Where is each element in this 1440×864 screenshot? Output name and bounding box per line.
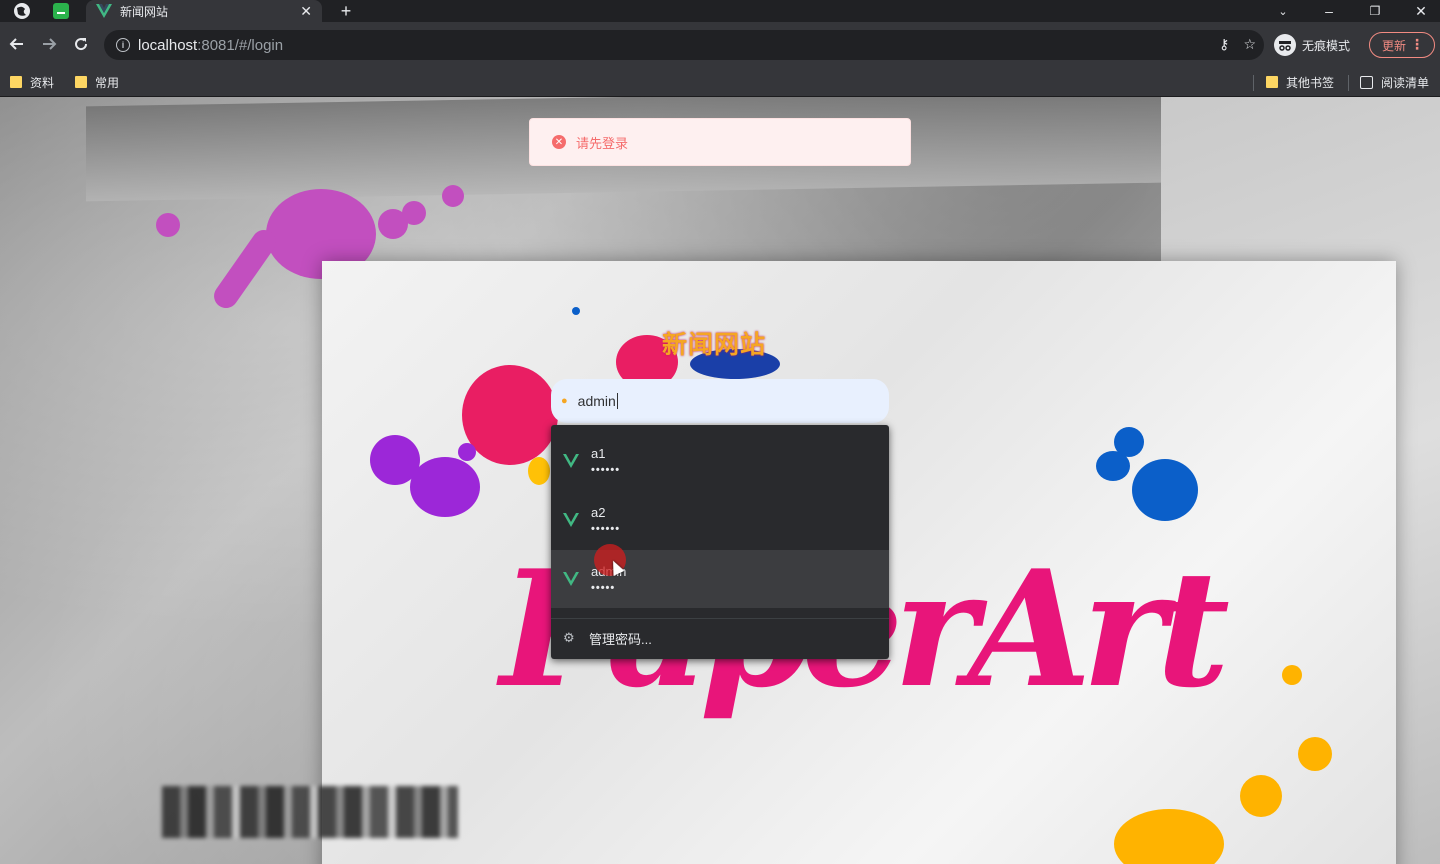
autofill-password: •••••• bbox=[591, 464, 621, 476]
back-button[interactable] bbox=[6, 33, 28, 55]
restore-button[interactable]: ❐ bbox=[1364, 0, 1386, 22]
url-host: localhost bbox=[138, 36, 198, 54]
paint-splash bbox=[1282, 665, 1302, 685]
incognito-label: 无痕模式 bbox=[1302, 38, 1351, 53]
incognito-indicator[interactable]: 无痕模式 bbox=[1274, 34, 1350, 56]
address-bar[interactable]: i localhost:8081/#/login ⚷ ☆ bbox=[104, 30, 1264, 60]
error-toast: ✕ 请先登录 bbox=[529, 118, 911, 166]
paint-splash bbox=[1114, 427, 1144, 457]
bookmark-label: 资料 bbox=[30, 75, 55, 90]
autofill-password: ••••• bbox=[591, 582, 616, 594]
divider bbox=[1348, 75, 1349, 91]
manage-passwords-label: 管理密码... bbox=[589, 631, 652, 647]
close-icon[interactable]: ✕ bbox=[300, 3, 312, 20]
username-value: admin bbox=[577, 393, 616, 409]
paint-splash bbox=[458, 443, 476, 461]
star-icon[interactable]: ☆ bbox=[1243, 36, 1256, 53]
paint-splash bbox=[462, 365, 558, 465]
user-icon: ● bbox=[561, 395, 568, 407]
arrow-right-icon bbox=[43, 38, 57, 50]
vue-icon bbox=[563, 513, 579, 527]
autofill-item-a2[interactable]: a2 •••••• bbox=[551, 491, 889, 549]
paint-splash bbox=[1132, 459, 1198, 521]
reading-list-icon bbox=[1360, 75, 1373, 89]
password-autofill-dropdown: a1 •••••• a2 •••••• admin ••••• ⚙ 管理密码..… bbox=[551, 425, 889, 659]
autofill-password: •••••• bbox=[591, 523, 621, 535]
incognito-icon bbox=[1274, 34, 1296, 56]
update-label: 更新 bbox=[1382, 38, 1407, 53]
site-title: 新闻网站 bbox=[662, 331, 767, 359]
update-button[interactable]: 更新 ⋮ bbox=[1369, 32, 1435, 58]
arrow-left-icon bbox=[9, 38, 23, 50]
info-icon[interactable]: i bbox=[116, 38, 130, 52]
error-icon: ✕ bbox=[552, 135, 566, 149]
tab-strip: 新闻网站 ✕ + ⌄ – ❐ ✕ bbox=[0, 0, 1440, 22]
browser-toolbar: i localhost:8081/#/login ⚷ ☆ 无痕模式 更新 ⋮ bbox=[0, 22, 1440, 68]
other-bookmarks[interactable]: 其他书签 bbox=[1266, 73, 1334, 91]
url-path: :8081/#/login bbox=[197, 36, 284, 54]
toast-message: 请先登录 bbox=[576, 135, 629, 151]
folder-icon bbox=[10, 76, 22, 88]
more-icon[interactable]: ⋮ bbox=[1410, 36, 1424, 53]
paint-splash bbox=[1240, 775, 1282, 817]
divider bbox=[1253, 75, 1254, 91]
paint-splash bbox=[402, 201, 426, 225]
bookmarks-bar: 资料 常用 其他书签 阅读清单 bbox=[0, 68, 1440, 97]
bookmark-folder-1[interactable]: 资料 bbox=[10, 73, 54, 91]
folder-icon bbox=[1266, 76, 1278, 88]
paint-splash bbox=[410, 457, 480, 517]
reading-list[interactable]: 阅读清单 bbox=[1360, 73, 1429, 91]
vue-icon bbox=[96, 4, 112, 18]
forward-button[interactable] bbox=[38, 33, 60, 55]
paint-splash bbox=[442, 185, 464, 207]
globe-icon[interactable] bbox=[13, 2, 31, 20]
vue-icon bbox=[563, 572, 579, 586]
app-icon[interactable] bbox=[53, 3, 69, 19]
paint-splash bbox=[156, 213, 180, 237]
reading-list-label: 阅读清单 bbox=[1381, 75, 1430, 90]
gear-icon: ⚙ bbox=[563, 630, 575, 645]
folder-icon bbox=[75, 76, 87, 88]
new-tab-button[interactable]: + bbox=[336, 0, 356, 22]
manage-passwords-item[interactable]: ⚙ 管理密码... bbox=[551, 621, 889, 655]
bookmark-label: 常用 bbox=[95, 75, 120, 90]
autofill-username: a2 bbox=[591, 505, 606, 520]
tab-news-site[interactable]: 新闻网站 ✕ bbox=[86, 0, 322, 22]
tab-search-icon[interactable]: ⌄ bbox=[1274, 0, 1292, 22]
window-close-button[interactable]: ✕ bbox=[1410, 0, 1432, 22]
autofill-item-a1[interactable]: a1 •••••• bbox=[551, 432, 889, 490]
reload-button[interactable] bbox=[70, 33, 92, 55]
blurred-watermark bbox=[162, 786, 458, 838]
bookmark-folder-2[interactable]: 常用 bbox=[75, 73, 119, 91]
paint-splash bbox=[1298, 737, 1332, 771]
username-input[interactable]: ● admin bbox=[551, 379, 889, 423]
other-bookmarks-label: 其他书签 bbox=[1286, 75, 1335, 90]
paint-splash bbox=[572, 307, 580, 315]
text-caret bbox=[616, 393, 618, 409]
minimize-button[interactable]: – bbox=[1318, 0, 1340, 22]
paint-splash bbox=[528, 457, 550, 485]
vue-icon bbox=[563, 454, 579, 468]
reload-icon bbox=[75, 38, 88, 51]
key-icon[interactable]: ⚷ bbox=[1219, 36, 1229, 53]
autofill-username: a1 bbox=[591, 446, 606, 461]
tab-title: 新闻网站 bbox=[120, 4, 169, 19]
divider bbox=[551, 618, 889, 619]
